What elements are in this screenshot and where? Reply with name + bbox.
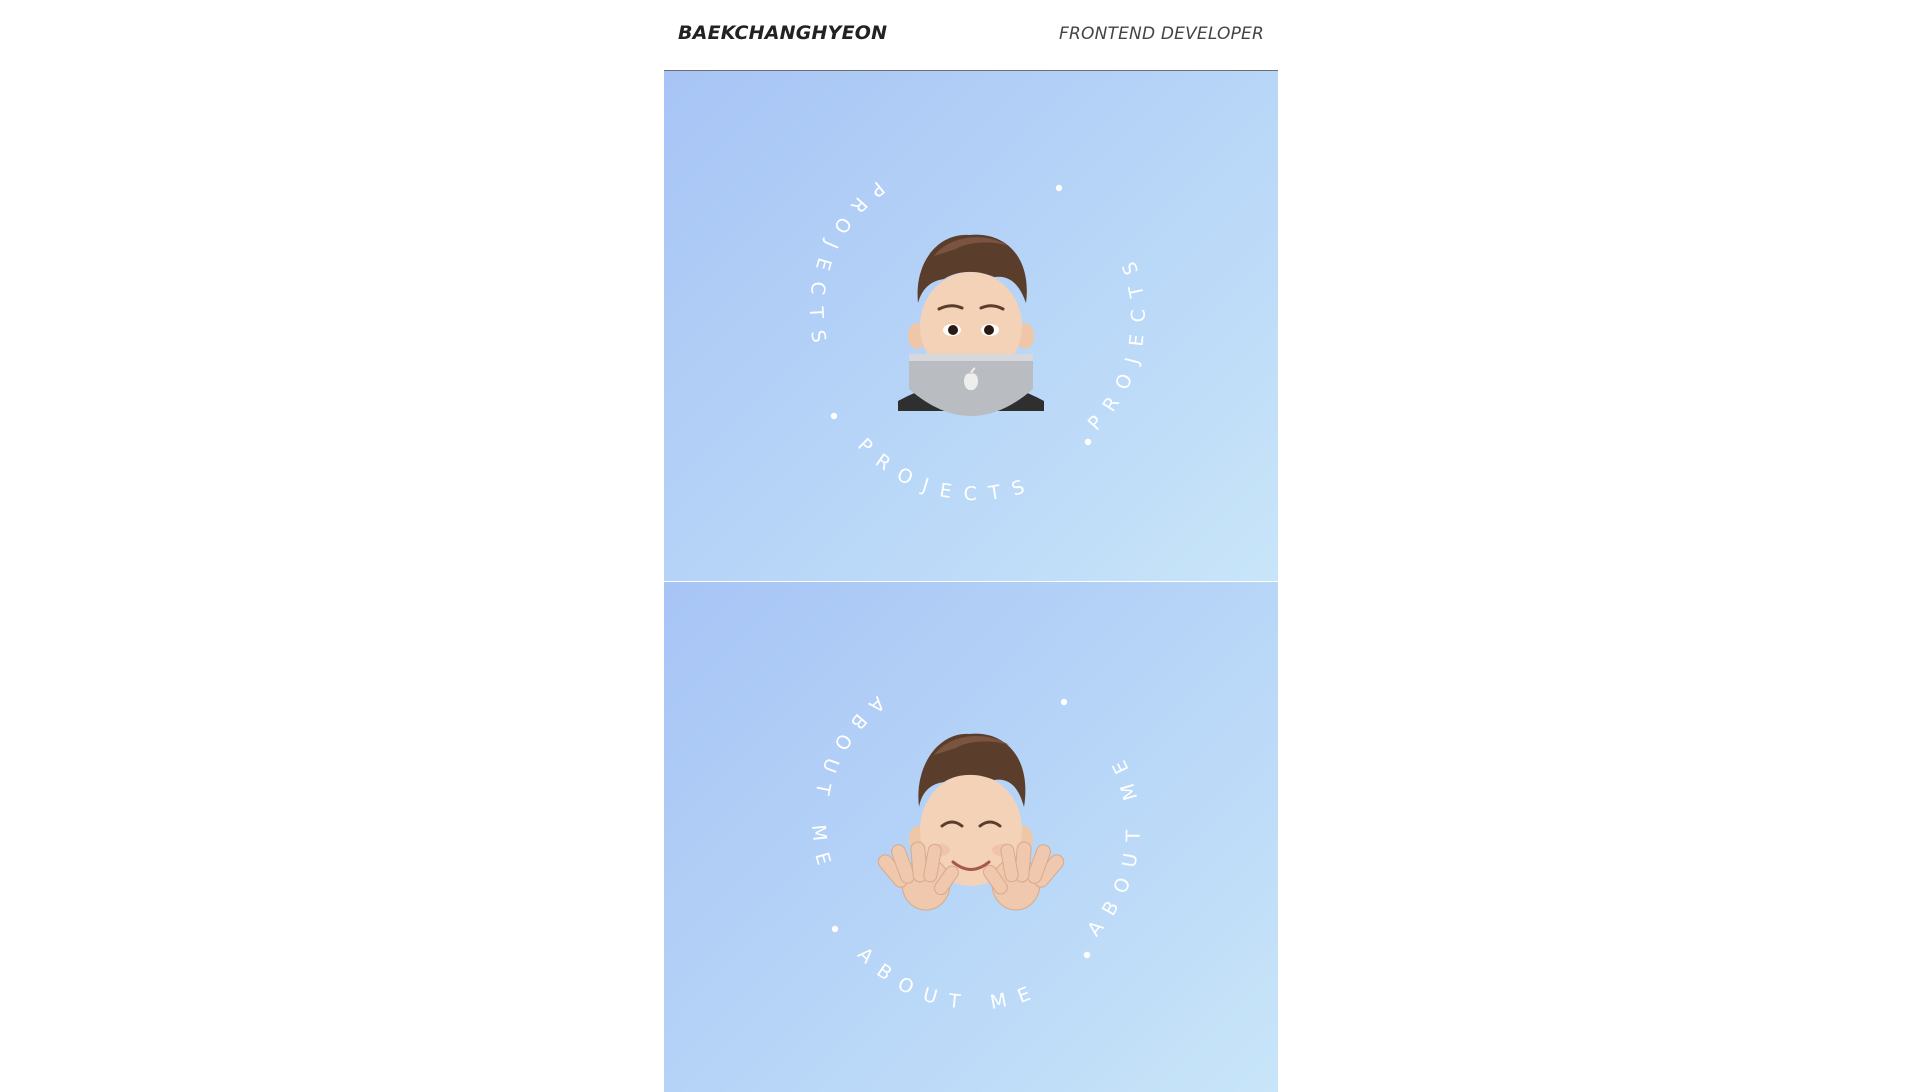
site-header: BAEKCHANGHYEON FRONTEND DEVELOPER [664,0,1278,71]
memoji-laptop-icon [898,234,1044,416]
page: BAEKCHANGHYEON FRONTEND DEVELOPER PROJEC… [664,0,1278,1092]
brand-name[interactable]: BAEKCHANGHYEON [678,22,887,44]
memoji-waving-hands-icon [877,733,1065,911]
role-title: FRONTEND DEVELOPER [1059,24,1264,44]
projects-card[interactable]: PROJECTS PROJECTS PROJECTS [664,71,1278,581]
about-me-card[interactable]: ABOUT ME ABOUT ME ABOUT ME [664,582,1278,1092]
